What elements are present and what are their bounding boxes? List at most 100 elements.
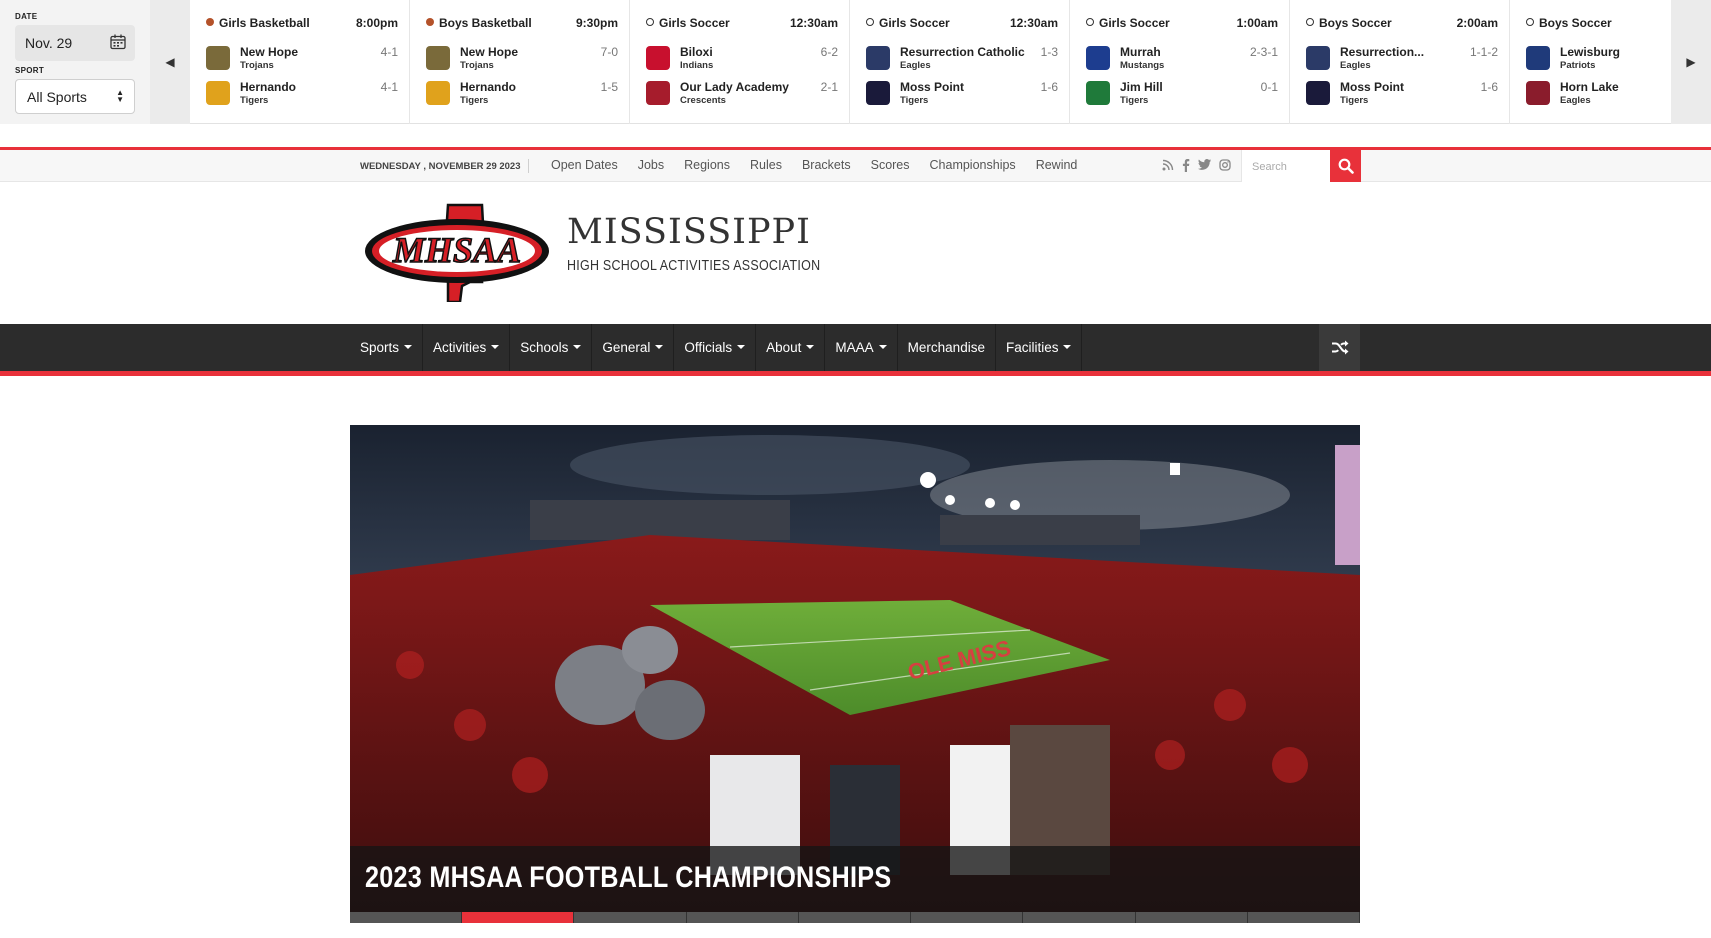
game-sport: Boys Soccer	[1539, 16, 1612, 30]
hero-slide-tab[interactable]	[911, 912, 1024, 923]
game-card[interactable]: Girls Soccer 12:30am Biloxi Indians 6-2 Our L…	[630, 0, 850, 124]
team-logo-icon	[1086, 46, 1110, 70]
game-time: 8:00pm	[355, 16, 398, 30]
hero-slide-tab[interactable]	[1135, 912, 1248, 923]
team-name: Jim Hill	[1120, 80, 1163, 94]
team-logo-icon	[206, 81, 230, 105]
nav-item-general[interactable]: General	[592, 324, 675, 371]
hero-slide-tab[interactable]	[574, 912, 687, 923]
game-sport: Girls Soccer	[659, 16, 730, 30]
top-link[interactable]: Rewind	[1036, 158, 1078, 172]
hero-slide-tab[interactable]	[350, 912, 463, 923]
hero-slide-tab[interactable]	[798, 912, 912, 923]
team-row[interactable]: Hernando Tigers 1-5	[426, 77, 622, 109]
twitter-icon[interactable]	[1198, 159, 1211, 170]
team-row[interactable]: Resurrection... Eagles 1-1-2	[1306, 42, 1502, 74]
nav-item-activities[interactable]: Activities	[423, 324, 511, 371]
mhsaa-logo[interactable]: MHSAA	[362, 202, 552, 304]
team-row[interactable]: New Hope Trojans 7-0	[426, 42, 622, 74]
hero-slide-tab[interactable]	[462, 912, 575, 923]
top-link[interactable]: Scores	[871, 158, 910, 172]
calendar-icon	[110, 34, 126, 50]
team-record: 7-0	[600, 45, 618, 59]
random-article-button[interactable]	[1319, 324, 1360, 371]
main-nav-items: Sports Activities Schools General Officials A…	[350, 324, 1083, 371]
brand-title: MISSISSIPPI	[567, 212, 811, 252]
team-logo-icon	[1086, 81, 1110, 105]
game-card[interactable]: Girls Soccer 12:30am Resurrection Catholic…	[850, 0, 1070, 124]
game-card[interactable]: Boys Soccer2LewisburgPatriotsHorn LakeEa…	[1510, 0, 1671, 124]
sport-select[interactable]: All Sports ▲ ▼	[15, 79, 135, 114]
scoreboard-prev-button[interactable]: ◀	[150, 0, 190, 124]
team-record: 6-2	[820, 45, 838, 59]
team-row[interactable]: Our Lady Academy Crescents 2-1	[646, 77, 842, 109]
team-record: 1-3	[1040, 45, 1058, 59]
team-name: Murrah	[1120, 45, 1161, 59]
search-input[interactable]: Search	[1241, 150, 1331, 182]
game-sport: Boys Basketball	[439, 16, 532, 30]
game-card[interactable]: Boys Soccer 2:00am Resurrection... Eagles 1-…	[1290, 0, 1510, 124]
hero-slide-tabs	[350, 912, 1360, 923]
instagram-icon[interactable]	[1219, 159, 1231, 171]
scoreboard-next-button[interactable]: ▶	[1671, 0, 1711, 124]
team-mascot: Tigers	[1120, 95, 1149, 106]
nav-item-about[interactable]: About	[756, 324, 826, 371]
divider	[528, 159, 529, 173]
team-row[interactable]: Biloxi Indians 6-2	[646, 42, 842, 74]
nav-item-sports[interactable]: Sports	[350, 324, 424, 371]
hero-slide-tab[interactable]	[1247, 912, 1360, 923]
nav-item-label: Facilities	[1005, 340, 1059, 355]
team-row[interactable]: Moss Point Tigers 1-6	[1306, 77, 1502, 109]
hero-slider[interactable]: OLE MISS 2023 MHSAA FOOTBALL CHAMPIONSHI…	[350, 425, 1360, 923]
top-link[interactable]: Brackets	[802, 158, 851, 172]
nav-item-facilities[interactable]: Facilities	[996, 324, 1083, 371]
rss-icon[interactable]	[1162, 159, 1174, 171]
nav-item-officials[interactable]: Officials	[674, 324, 757, 371]
team-logo-icon	[206, 46, 230, 70]
date-picker[interactable]: Nov. 29	[15, 25, 135, 61]
team-name: Our Lady Academy	[680, 80, 789, 94]
team-row[interactable]: Resurrection Catholic Eagles 1-3	[866, 42, 1062, 74]
current-date: WEDNESDAY , NOVEMBER 29 2023	[360, 161, 521, 172]
game-header: Girls Soccer 1:00am	[1086, 16, 1282, 32]
game-card[interactable]: Girls Basketball 8:00pm New Hope Trojans 4-1…	[190, 0, 410, 124]
game-sport: Girls Soccer	[1099, 16, 1170, 30]
top-links: Open Dates Jobs Regions Rules Brackets Scores…	[551, 158, 1097, 172]
team-row[interactable]: Jim Hill Tigers 0-1	[1086, 77, 1282, 109]
team-row[interactable]: Hernando Tigers 4-1	[206, 77, 402, 109]
top-link[interactable]: Championships	[930, 158, 1016, 172]
caret-down-icon	[1063, 345, 1072, 349]
top-link[interactable]: Regions	[684, 158, 730, 172]
nav-item-maaa[interactable]: MAAA	[825, 324, 898, 371]
team-logo-icon	[1526, 46, 1550, 70]
game-card[interactable]: Boys Basketball 9:30pm New Hope Trojans 7-0 H…	[410, 0, 630, 124]
facebook-icon[interactable]	[1182, 159, 1190, 172]
team-logo-icon	[1526, 81, 1550, 105]
search-button[interactable]	[1330, 150, 1361, 182]
nav-item-schools[interactable]: Schools	[510, 324, 593, 371]
team-logo-icon	[426, 81, 450, 105]
nav-item-label: MAAA	[835, 340, 874, 355]
hero-caption: 2023 MHSAA FOOTBALL CHAMPIONSHIPS	[350, 846, 1360, 912]
team-mascot: Trojans	[240, 60, 274, 71]
team-mascot: Indians	[680, 60, 714, 71]
mhsaa-logo-graphic: MHSAA	[365, 203, 549, 304]
team-logo-icon	[426, 46, 450, 70]
team-row[interactable]: Horn Lake Eagles	[1526, 77, 1671, 109]
top-link[interactable]: Open Dates	[551, 158, 618, 172]
top-link[interactable]: Jobs	[638, 158, 664, 172]
team-row[interactable]: Murrah Mustangs 2-3-1	[1086, 42, 1282, 74]
hero-slide-tab[interactable]	[1023, 912, 1136, 923]
caret-down-icon	[573, 345, 582, 349]
game-card[interactable]: Girls Soccer 1:00am Murrah Mustangs 2-3-1 Jim…	[1070, 0, 1290, 124]
nav-item-merchandise[interactable]: Merchandise	[898, 324, 996, 371]
game-time: 9:30pm	[575, 16, 618, 30]
team-row[interactable]: Lewisburg Patriots	[1526, 42, 1671, 74]
hero-title[interactable]: 2023 MHSAA FOOTBALL CHAMPIONSHIPS	[365, 861, 891, 895]
top-link[interactable]: Rules	[750, 158, 782, 172]
hero-slide-tab[interactable]	[686, 912, 799, 923]
team-name: Hernando	[240, 80, 297, 94]
team-row[interactable]: Moss Point Tigers 1-6	[866, 77, 1062, 109]
team-row[interactable]: New Hope Trojans 4-1	[206, 42, 402, 74]
caret-right-icon: ▶	[1686, 55, 1696, 69]
